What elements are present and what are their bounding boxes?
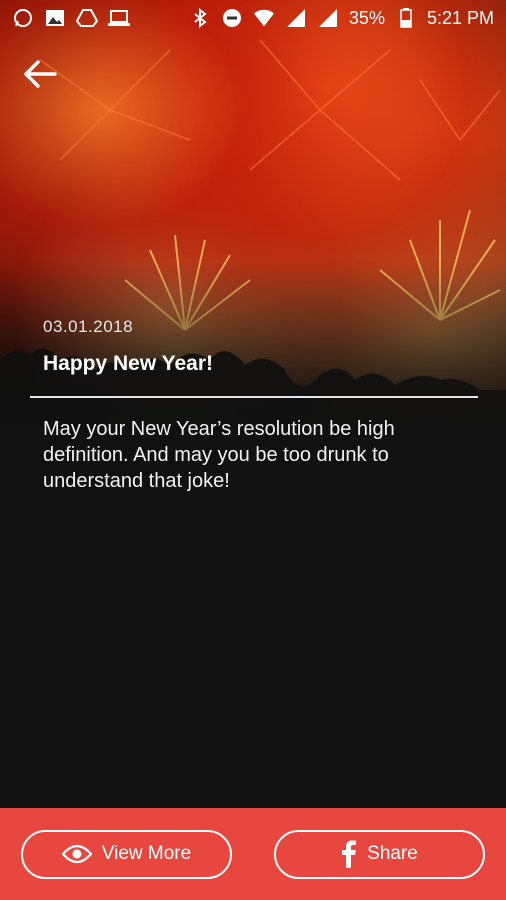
facebook-icon (341, 840, 357, 868)
wifi-icon (253, 7, 275, 29)
status-bar: 35% 5:21 PM (0, 0, 506, 36)
signal-icon-2 (317, 7, 339, 29)
post-title: Happy New Year! (43, 352, 214, 375)
view-more-label: View More (101, 843, 192, 864)
eye-icon (61, 844, 92, 864)
battery-percent: 35% (348, 7, 385, 28)
bottom-action-bar: View More Share (0, 808, 506, 900)
clock: 5:21 PM (426, 7, 494, 28)
back-button[interactable] (20, 54, 60, 94)
divider (30, 396, 478, 398)
share-button[interactable]: Share (274, 829, 485, 879)
bluetooth-icon (189, 7, 211, 29)
view-more-button[interactable]: View More (21, 829, 232, 879)
drive-icon (76, 7, 98, 29)
arrow-left-icon (24, 60, 57, 88)
whatsapp-icon (12, 7, 34, 29)
laptop-icon (108, 7, 130, 29)
share-label: Share (367, 843, 418, 864)
signal-icon (285, 7, 307, 29)
dnd-icon (221, 7, 243, 29)
post-date: 03.01.2018 (43, 317, 134, 336)
post-body: May your New Year’s resolution be high d… (43, 418, 395, 492)
battery-icon (395, 7, 417, 29)
gallery-icon (44, 7, 66, 29)
